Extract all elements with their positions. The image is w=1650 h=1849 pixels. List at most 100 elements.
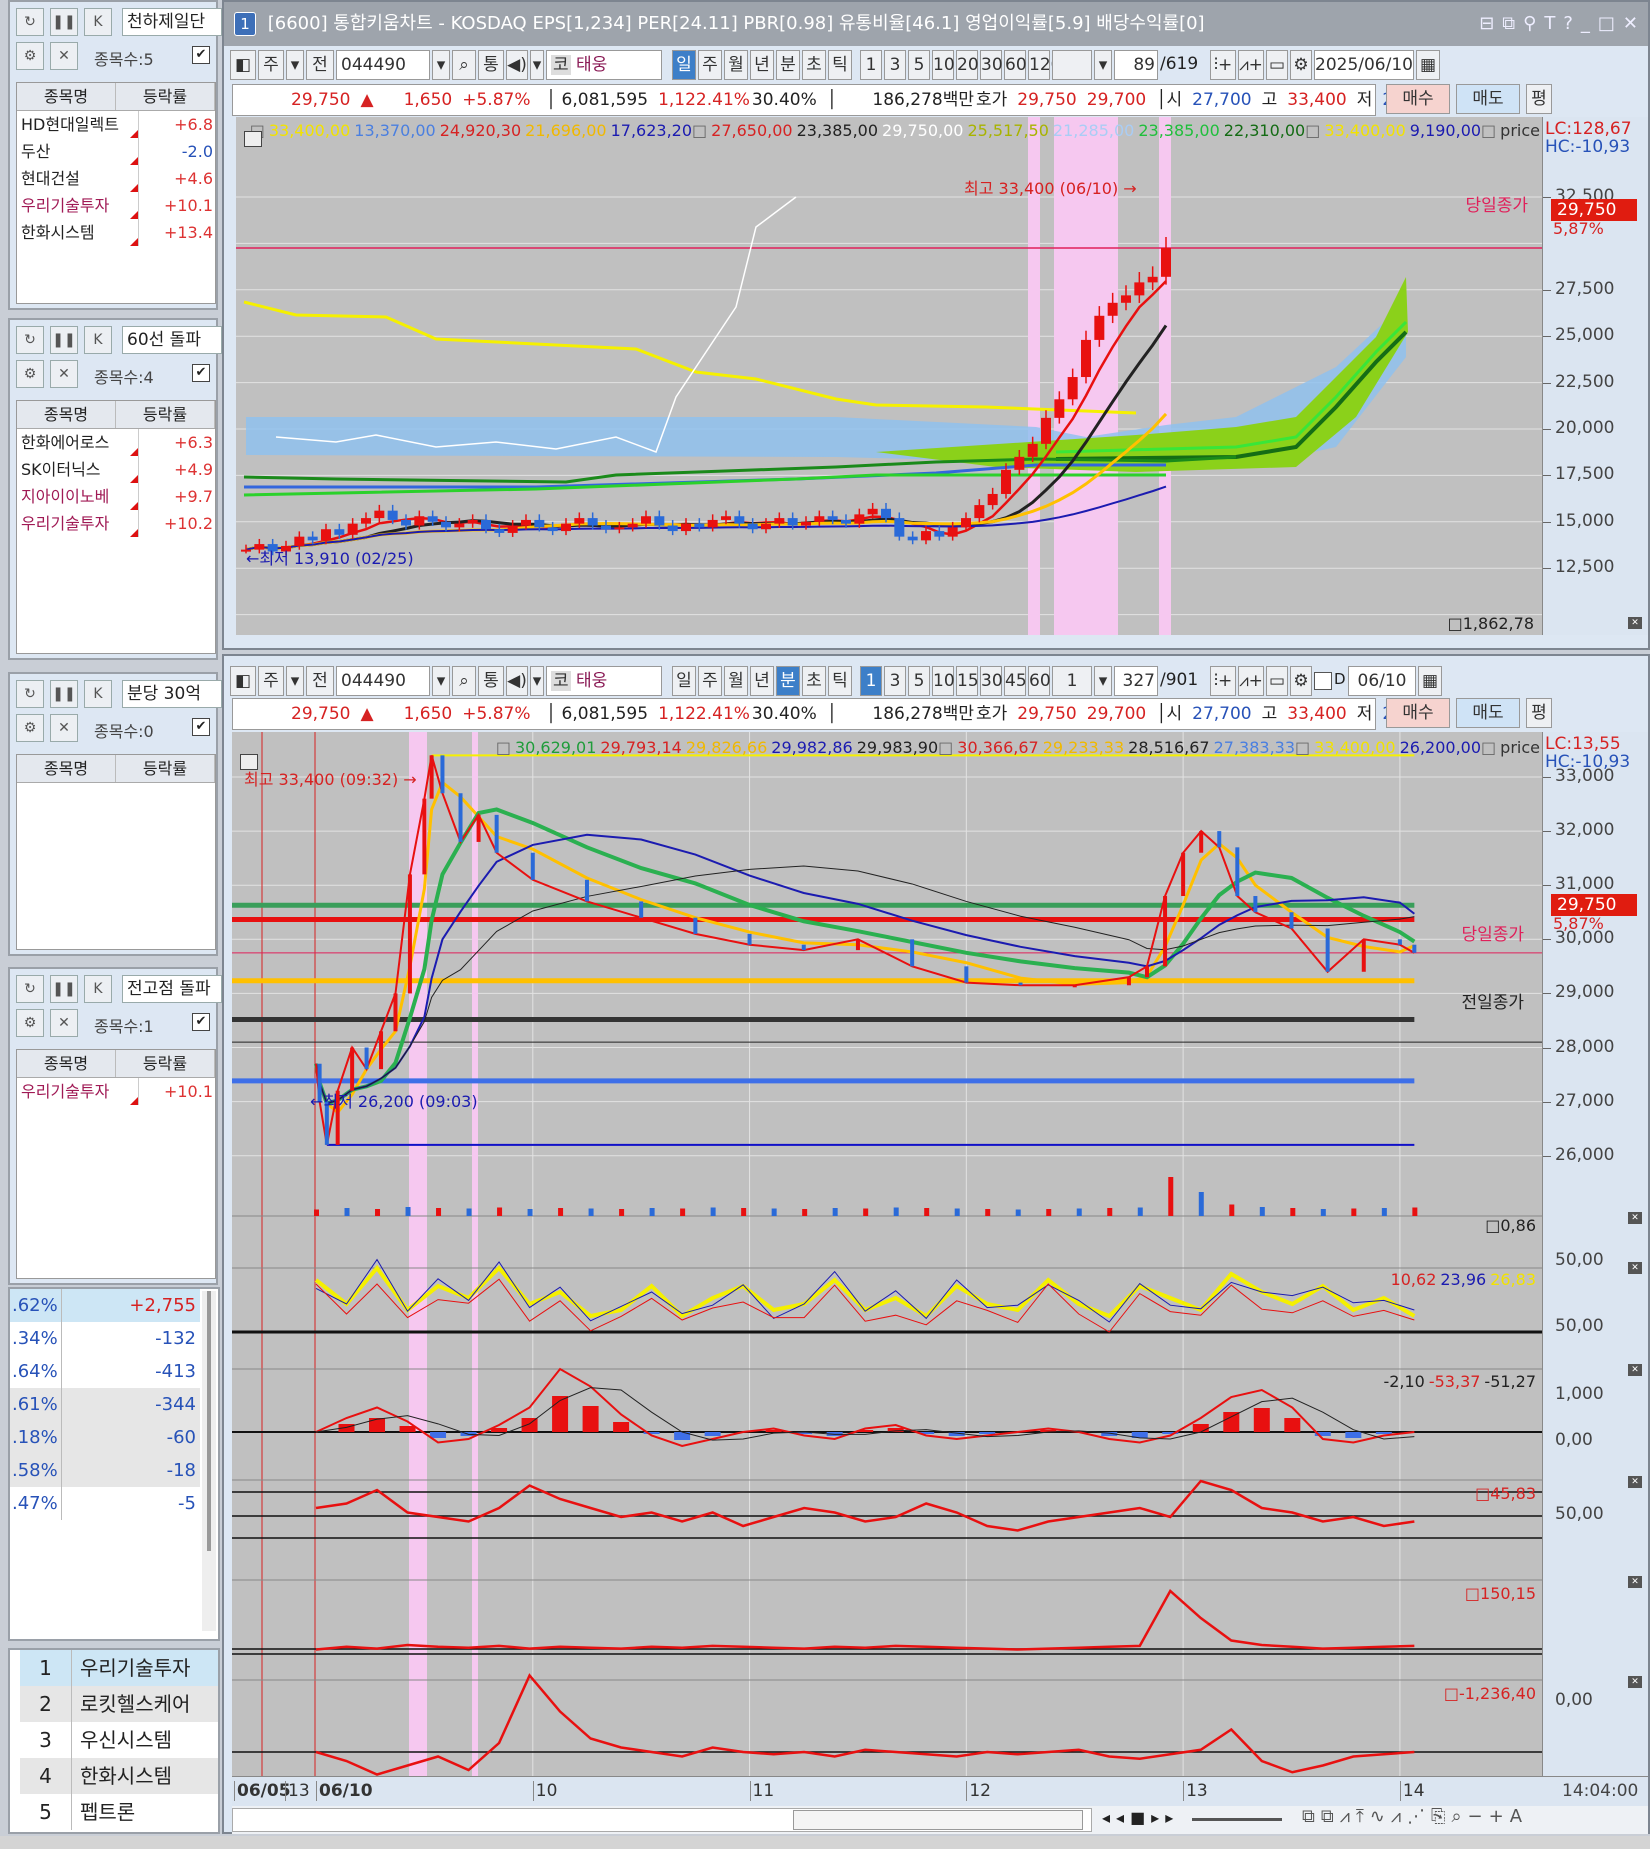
font-icon[interactable]: T xyxy=(1544,13,1555,34)
window-title-bar[interactable]: 1 [6600] 통합키움차트 - KOSDAQ EPS[1,234] PER[… xyxy=(224,2,1648,46)
pane-close-icon[interactable]: ✕ xyxy=(1628,617,1642,629)
bar-count-input[interactable]: 327 xyxy=(1114,666,1158,696)
table-row[interactable]: .34% -132 xyxy=(10,1322,200,1355)
pause-icon[interactable]: ❚❚ xyxy=(50,326,78,354)
buy-button[interactable]: 매수 xyxy=(1386,84,1450,114)
calendar-icon[interactable]: ▦ xyxy=(1418,666,1442,696)
condition-name[interactable]: 분당 30억 xyxy=(122,680,222,708)
maximize-icon[interactable]: □ xyxy=(1598,13,1615,34)
interval-15[interactable]: 15 xyxy=(956,666,979,696)
avg-button[interactable]: 평 xyxy=(1526,698,1552,728)
close-icon[interactable]: ✕ xyxy=(50,1009,78,1037)
interval-30[interactable]: 30 xyxy=(980,666,1003,696)
period-3[interactable]: 년 xyxy=(750,666,774,696)
close-icon[interactable]: ✕ xyxy=(50,360,78,388)
interval-120[interactable]: 120 xyxy=(1028,50,1061,80)
rank-item[interactable]: 4 한화시스템 xyxy=(20,1758,218,1794)
interval-10[interactable]: 10 xyxy=(932,50,955,80)
layout-icon[interactable]: ◧ xyxy=(230,50,256,80)
period-0[interactable]: 일 xyxy=(672,50,696,80)
interval-60[interactable]: 60 xyxy=(1028,666,1051,696)
restore-icon[interactable]: ⊟ xyxy=(1479,13,1494,34)
interval-1[interactable]: 1 xyxy=(860,50,882,80)
auto-checkbox[interactable]: ✔ xyxy=(192,46,210,64)
help-icon[interactable]: ? xyxy=(1563,13,1573,34)
period-0[interactable]: 일 xyxy=(672,666,696,696)
layout-icon[interactable]: ◧ xyxy=(230,666,256,696)
table-icon[interactable] xyxy=(240,754,258,770)
auto-checkbox[interactable]: ✔ xyxy=(192,1013,210,1031)
horizontal-scrollbar[interactable] xyxy=(232,1808,1092,1832)
period-1[interactable]: 주 xyxy=(698,50,722,80)
market-select[interactable]: 주 xyxy=(258,666,284,696)
chevron-down-icon[interactable]: ▾ xyxy=(530,666,544,696)
table-row[interactable]: .62% +2,755 xyxy=(10,1289,200,1322)
gear-icon[interactable]: ⚙ xyxy=(1290,50,1312,80)
add-candle-icon[interactable]: ⫶+ xyxy=(1210,50,1236,80)
cascade-icon[interactable]: ⧉ xyxy=(1502,13,1515,34)
stock-name-field[interactable]: 코 태웅 xyxy=(546,50,662,80)
gear-icon[interactable]: ⚙ xyxy=(16,360,44,388)
interval-5[interactable]: 5 xyxy=(908,50,930,80)
period-4[interactable]: 분 xyxy=(776,50,800,80)
list-item[interactable]: 우리기술투자 +10.1 xyxy=(17,1078,215,1105)
pin-icon[interactable]: ⚲ xyxy=(1523,13,1536,34)
tong-button[interactable]: 통 xyxy=(478,666,504,696)
table-row[interactable]: .61% -344 xyxy=(10,1388,200,1421)
scroll-thumb[interactable] xyxy=(793,1810,1083,1830)
table-icon[interactable] xyxy=(244,131,262,147)
search-icon[interactable]: ⌕ xyxy=(452,50,476,80)
pause-icon[interactable]: ❚❚ xyxy=(50,680,78,708)
list-item[interactable]: 현대건설 +4.6 xyxy=(17,165,215,192)
add-indicator-icon[interactable]: ⩘+ xyxy=(1238,666,1264,696)
period-2[interactable]: 월 xyxy=(724,50,748,80)
close-icon[interactable]: ✕ xyxy=(50,42,78,70)
chevron-down-icon[interactable]: ▾ xyxy=(432,50,450,80)
chevron-down-icon[interactable]: ▾ xyxy=(530,50,544,80)
pane-close-icon[interactable]: ✕ xyxy=(1628,1364,1642,1376)
stock-code-input[interactable]: 044490 xyxy=(336,666,430,696)
chart-tools-icons[interactable]: ⧉⧉⩘⤒∿⩘⋰⎘⌕−+A xyxy=(1302,1806,1528,1827)
save-icon[interactable]: ▭ xyxy=(1266,50,1288,80)
search-icon[interactable]: ⌕ xyxy=(452,666,476,696)
pane-close-icon[interactable]: ✕ xyxy=(1628,1262,1642,1274)
date-input[interactable]: 06/10 xyxy=(1348,666,1416,696)
refresh-icon[interactable]: ↻ xyxy=(16,975,44,1003)
table-row[interactable]: .64% -413 xyxy=(10,1355,200,1388)
pane-close-icon[interactable]: ✕ xyxy=(1628,1576,1642,1588)
sell-button[interactable]: 매도 xyxy=(1456,698,1520,728)
speaker-icon[interactable]: ◀) xyxy=(506,666,528,696)
k-button[interactable]: K xyxy=(84,680,112,708)
stock-name-field[interactable]: 코 태웅 xyxy=(546,666,662,696)
bar-count-input[interactable]: 89 xyxy=(1114,50,1158,80)
k-button[interactable]: K xyxy=(84,975,112,1003)
bottom-price-axis[interactable]: LC:13,55 HC:-10,93 33,000 32,000 31,000 30,… xyxy=(1542,732,1648,1776)
period-5[interactable]: 초 xyxy=(802,50,826,80)
chevron-down-icon[interactable]: ▾ xyxy=(1094,666,1112,696)
tong-button[interactable]: 통 xyxy=(478,50,504,80)
chevron-down-icon[interactable]: ▾ xyxy=(286,666,304,696)
table-row[interactable]: .18% -60 xyxy=(10,1421,200,1454)
pane-close-icon[interactable]: ✕ xyxy=(1628,1212,1642,1224)
scrollbar[interactable] xyxy=(202,1291,216,1631)
period-5[interactable]: 초 xyxy=(802,666,826,696)
zoom-slider[interactable] xyxy=(1192,1818,1282,1821)
gear-icon[interactable]: ⚙ xyxy=(16,42,44,70)
calendar-icon[interactable]: ▦ xyxy=(1416,50,1440,80)
interval-30[interactable]: 30 xyxy=(980,50,1003,80)
table-row[interactable]: .58% -18 xyxy=(10,1454,200,1487)
list-item[interactable]: 우리기술투자 +10.2 xyxy=(17,510,215,537)
list-item[interactable]: 우리기술투자 +10.1 xyxy=(17,192,215,219)
chevron-down-icon[interactable]: ▾ xyxy=(432,666,450,696)
rank-item[interactable]: 5 펩트론 xyxy=(20,1794,218,1830)
interval-60[interactable]: 60 xyxy=(1004,50,1027,80)
k-button[interactable]: K xyxy=(84,8,112,36)
interval-3[interactable]: 3 xyxy=(884,50,906,80)
auto-checkbox[interactable]: ✔ xyxy=(192,364,210,382)
prev-button[interactable]: 전 xyxy=(306,666,334,696)
list-item[interactable]: 지아이이노베 +9.7 xyxy=(17,483,215,510)
list-item[interactable]: 한화에어로스 +6.3 xyxy=(17,429,215,456)
market-select[interactable]: 주 xyxy=(258,50,284,80)
rank-item[interactable]: 3 우신시스템 xyxy=(20,1722,218,1758)
add-indicator-icon[interactable]: ⩘+ xyxy=(1238,50,1264,80)
